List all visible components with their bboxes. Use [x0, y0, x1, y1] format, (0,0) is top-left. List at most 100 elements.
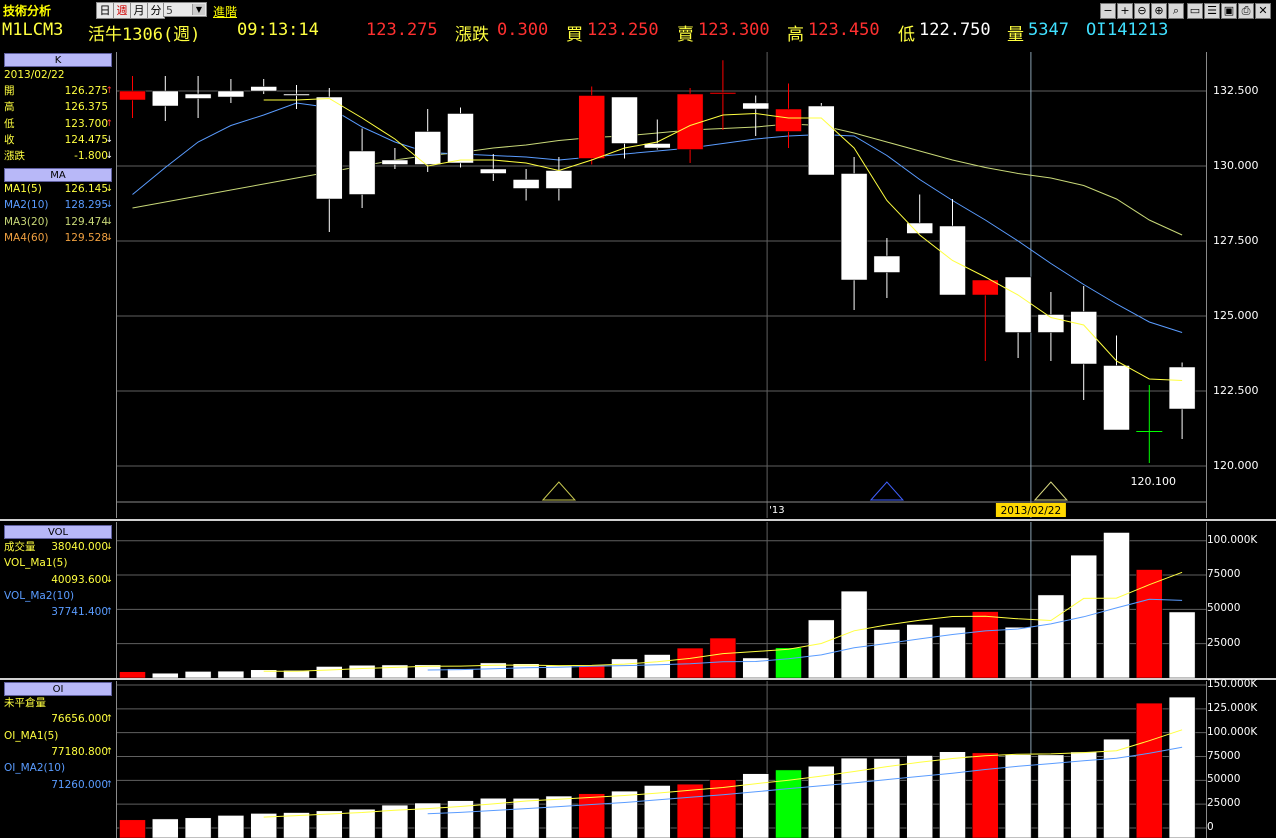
ma-section-header[interactable]: MA [4, 168, 112, 182]
period-select-value: 5 [166, 4, 173, 17]
candle-body [775, 108, 802, 132]
ma-value: 129.528 [64, 231, 108, 244]
pane-separator[interactable] [0, 678, 1276, 680]
k-label: 開 [4, 85, 15, 97]
k-date-value: 2013/02/22 [4, 69, 65, 81]
price-pane[interactable]: 133.525120.100'132013/02/22 [116, 52, 1207, 518]
oi-value: 71260.000 [51, 778, 108, 791]
oi-value: 77180.800 [51, 745, 108, 758]
volume-bar [808, 619, 835, 678]
list-icon[interactable]: ☰ [1204, 3, 1220, 19]
volume-bar [512, 663, 540, 678]
save-icon[interactable]: ▣ [1221, 3, 1237, 19]
candle-body [709, 92, 737, 95]
candle-body [512, 179, 540, 189]
ma-value: 126.145 [64, 183, 108, 195]
candle-body [217, 90, 245, 98]
printer-icon[interactable]: ⎙ [1238, 3, 1254, 19]
oi-label: 未平倉量 [4, 697, 46, 709]
plus-icon[interactable]: + [1117, 3, 1133, 19]
candle-body [414, 131, 441, 165]
trend-arrow-icon: ↑ [105, 86, 113, 96]
volume-tick-label: 100.000K [1207, 533, 1258, 546]
quote-oi-label: OI [1086, 20, 1107, 40]
oi-bar [184, 817, 212, 838]
volume-pane[interactable] [116, 522, 1207, 678]
k-value: 126.375 [64, 101, 108, 114]
oi-tick-label: 75000 [1207, 749, 1241, 762]
ma-value: 129.474 [64, 215, 108, 228]
minus-icon[interactable]: − [1100, 3, 1116, 19]
signal-triangle-icon [869, 481, 905, 501]
volume-ma2-line [427, 598, 1183, 671]
zoom-in-icon[interactable]: ⊕ [1151, 3, 1167, 19]
candle-body [1103, 365, 1130, 431]
oi-bar [939, 751, 966, 838]
close-icon[interactable]: ✕ [1255, 3, 1271, 19]
oi-section-header[interactable]: OI [4, 682, 112, 696]
tab-daily[interactable]: 日 [96, 2, 114, 19]
price-tick-label: 125.000 [1213, 309, 1259, 322]
period-select[interactable]: 5 ▼ [163, 2, 207, 17]
oi-tick-label: 50000 [1207, 773, 1241, 786]
volume-bar [644, 654, 671, 678]
search-icon[interactable]: ⌕ [1168, 3, 1184, 19]
quote-time: 09:13:14 [237, 20, 319, 40]
trend-arrow-icon: ↑ [105, 746, 113, 757]
tab-weekly[interactable]: 週 [113, 2, 131, 19]
k-label: 漲跌 [4, 150, 25, 163]
quote-low: 122.750 [919, 20, 991, 40]
quote-last: 123.275 [366, 20, 438, 40]
oi-pane[interactable] [116, 681, 1207, 838]
trend-arrow-icon: ↓ [105, 232, 113, 243]
candle-body [644, 143, 671, 149]
tab-monthly[interactable]: 月 [130, 2, 148, 19]
chat-icon[interactable]: ▭ [1187, 3, 1203, 19]
vol-section-header[interactable]: VOL [4, 525, 112, 539]
quote-change: 0.300 [497, 20, 549, 40]
candle-body [447, 113, 474, 164]
volume-tick-label: 50000 [1207, 602, 1241, 615]
k-value: 123.700 [64, 117, 108, 130]
volume-tick-label: 25000 [1207, 636, 1241, 649]
candle-body [1004, 276, 1032, 333]
app-title: 技術分析 [3, 4, 52, 18]
volume-tick-label: 75000 [1207, 568, 1241, 581]
zoom-out-icon[interactable]: ⊖ [1134, 3, 1150, 19]
trend-arrow-icon: ↓ [105, 134, 113, 145]
k-section-header[interactable]: K [4, 53, 112, 67]
quote-symbol: M1LCM3 [2, 20, 64, 40]
candle-body [480, 168, 507, 174]
trend-arrow-icon: ↓ [105, 151, 113, 162]
trend-arrow-icon: ↓ [105, 574, 113, 585]
volume-bar [873, 629, 901, 678]
year-label: '13 [769, 505, 784, 516]
candle-body [119, 90, 146, 101]
volume-bar [217, 670, 245, 678]
price-tick-label: 127.500 [1213, 234, 1259, 247]
trend-arrow-icon: ↓ [105, 542, 113, 552]
oi-bar [1168, 696, 1196, 838]
quote-change-label: 漲跌 [455, 25, 489, 45]
candle-body [611, 96, 638, 144]
ma-label: MA1(5) [4, 183, 42, 195]
signal-triangle-icon [541, 481, 577, 501]
oi-bar [906, 755, 933, 838]
vol-label: 成交量 [4, 541, 36, 553]
ma-label: MA4(60) [4, 231, 49, 244]
oi-bar [1037, 754, 1065, 838]
open-interest-chart [117, 681, 1207, 838]
quote-ask-label: 賣 [677, 25, 694, 45]
oi-bar [1070, 751, 1097, 838]
candle-body [808, 105, 835, 176]
oi-bar [611, 790, 638, 838]
quote-bid: 123.250 [587, 20, 659, 40]
quote-high: 123.450 [808, 20, 880, 40]
cursor-date-label: 2013/02/22 [1001, 505, 1062, 517]
volume-bar [1004, 626, 1032, 678]
chevron-down-icon[interactable]: ▼ [192, 4, 205, 15]
advanced-link[interactable]: 進階 [213, 3, 237, 20]
quote-volume-label: 量 [1007, 25, 1024, 45]
pane-separator[interactable] [0, 519, 1276, 521]
vol-value: 40093.600 [51, 573, 108, 586]
